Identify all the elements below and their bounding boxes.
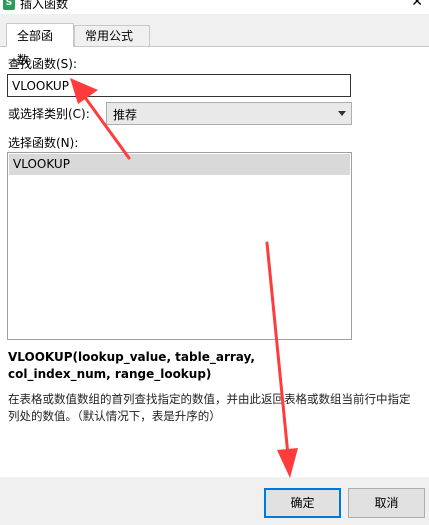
function-description: 在表格或数值数组的首列查找指定的数值，并由此返回表格或数组当前行中指定列处的数值… (8, 392, 411, 423)
chevron-down-icon (338, 111, 346, 116)
tab-all-functions[interactable]: 全部函数 (6, 23, 74, 67)
app-icon: S (3, 0, 15, 10)
list-item-vlookup[interactable]: VLOOKUP (9, 154, 350, 175)
close-icon[interactable]: ✕ (411, 0, 423, 10)
window-title: 插入函数 (20, 0, 69, 11)
function-signature: VLOOKUP(lookup_value, table_array, col_i… (8, 350, 255, 381)
category-dropdown[interactable]: 推荐 (106, 102, 352, 125)
function-list[interactable]: VLOOKUP (7, 152, 352, 340)
cancel-button[interactable]: 取消 (348, 488, 425, 518)
category-selected-value: 推荐 (113, 108, 138, 122)
search-input[interactable] (7, 74, 351, 97)
ok-button[interactable]: 确定 (264, 488, 341, 518)
tab-common-formulas[interactable]: 常用公式 (74, 25, 150, 46)
category-label: 或选择类别(C): (8, 107, 90, 121)
function-list-label: 选择函数(N): (8, 136, 79, 150)
title-bar: S 插入函数 ✕ (0, 0, 429, 14)
